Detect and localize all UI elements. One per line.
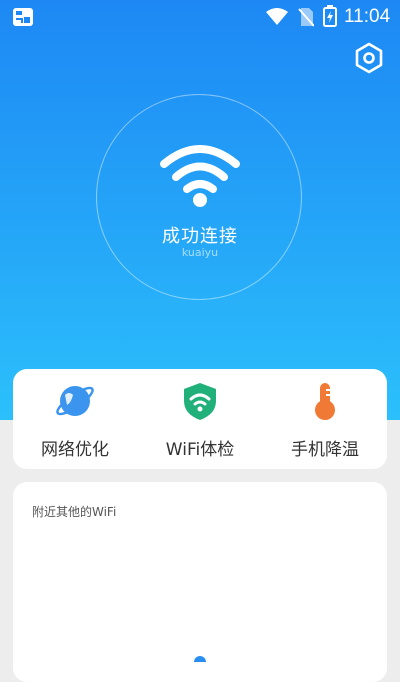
planet-icon	[56, 386, 94, 416]
no-sim-icon	[298, 8, 314, 27]
bottom-nav-indicator	[194, 656, 206, 662]
tool-network-optimize[interactable]: 网络优化	[13, 369, 137, 469]
tool-phone-cooling[interactable]: 手机降温	[263, 369, 387, 469]
tool-label: 网络优化	[41, 440, 109, 460]
thermometer-icon	[315, 383, 335, 420]
status-time: 11:04	[344, 6, 391, 27]
wifi-icon	[160, 145, 240, 207]
nearby-wifi-card: 附近其他的WiFi	[13, 482, 387, 682]
tools-card: 网络优化 WiFi体检 手机降温	[13, 369, 387, 469]
nearby-wifi-title: 附近其他的WiFi	[32, 505, 117, 519]
app-icon	[13, 8, 33, 26]
battery-charging-icon	[323, 5, 337, 27]
tool-wifi-checkup[interactable]: WiFi体检	[138, 369, 262, 469]
shield-wifi-icon	[184, 383, 216, 420]
status-bar: 11:04	[0, 0, 400, 34]
tool-label: 手机降温	[291, 440, 359, 460]
tool-label: WiFi体检	[165, 440, 235, 460]
settings-icon[interactable]	[353, 42, 385, 74]
wifi-icon	[266, 8, 288, 25]
connection-ssid: kuaiyu	[181, 246, 219, 259]
connection-status: 成功连接	[162, 226, 238, 247]
